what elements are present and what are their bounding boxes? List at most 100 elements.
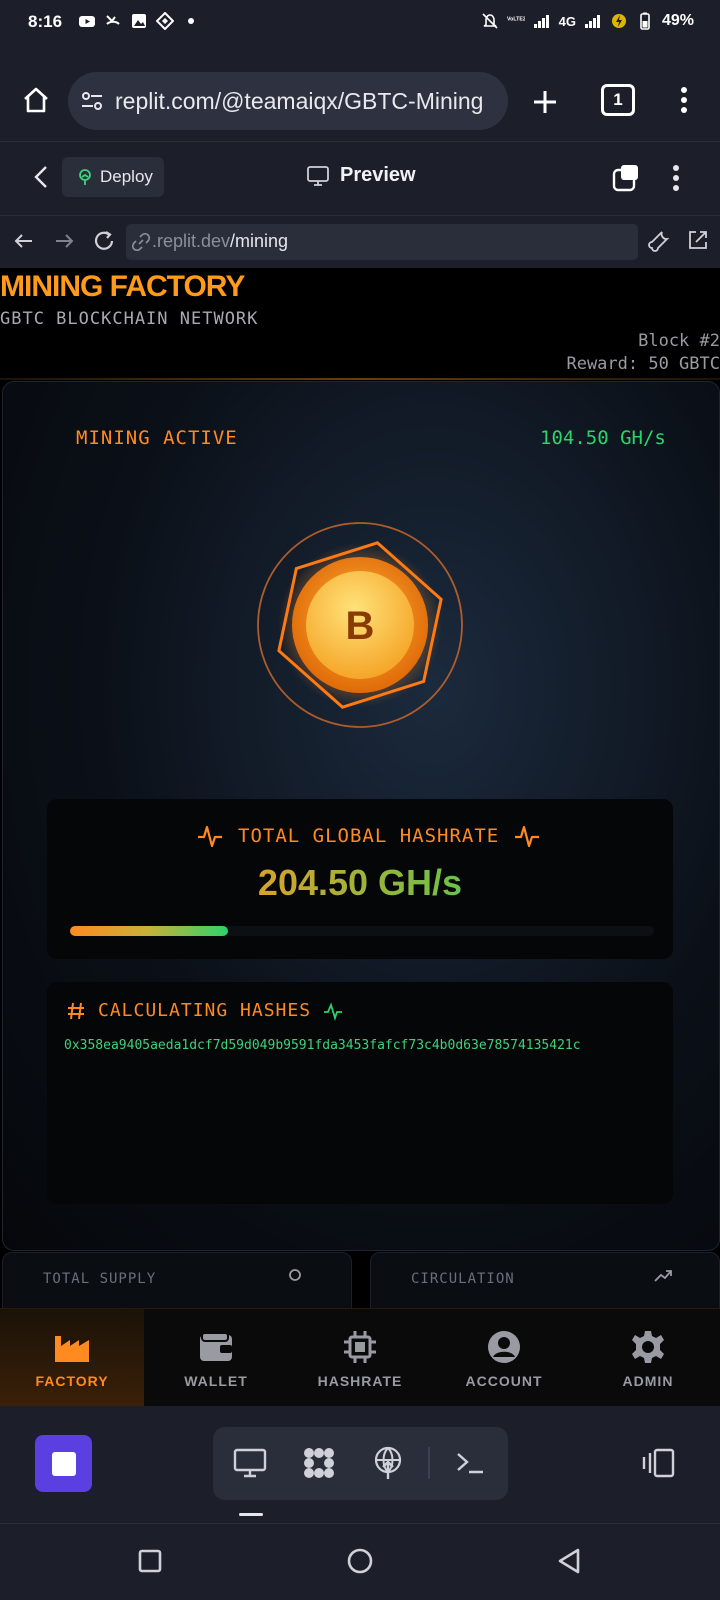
gear-icon bbox=[628, 1327, 668, 1367]
mining-coin-button[interactable]: B bbox=[256, 521, 464, 729]
open-external-icon[interactable] bbox=[686, 228, 710, 252]
deployments-tool-button[interactable] bbox=[368, 1443, 408, 1483]
preview-tool-button[interactable] bbox=[230, 1443, 270, 1483]
tab-count: 1 bbox=[613, 90, 623, 109]
network-type: 4G bbox=[558, 13, 576, 29]
nav-wallet[interactable]: WALLET bbox=[144, 1309, 288, 1406]
preview-url-text[interactable]: .replit.dev/mining bbox=[152, 231, 288, 252]
activity-icon bbox=[198, 825, 222, 848]
tool-divider bbox=[428, 1447, 430, 1479]
nav-factory-label: FACTORY bbox=[35, 1372, 109, 1389]
gallery-icon bbox=[132, 14, 146, 28]
site-settings-icon[interactable] bbox=[80, 89, 104, 113]
deploy-button[interactable]: Deploy bbox=[62, 157, 164, 197]
block-reward: Reward: 50 GBTC bbox=[566, 354, 720, 374]
block-number: Block #2 bbox=[638, 331, 720, 351]
cpu-icon bbox=[340, 1327, 380, 1367]
volte-icon: VoLTE2 bbox=[507, 16, 525, 22]
browser-menu-button[interactable] bbox=[664, 80, 704, 120]
svg-text:VoLTE2: VoLTE2 bbox=[507, 16, 525, 22]
nav-admin[interactable]: ADMIN bbox=[576, 1309, 720, 1406]
nav-account-label: ACCOUNT bbox=[465, 1372, 543, 1389]
factory-icon bbox=[52, 1327, 92, 1367]
stop-icon bbox=[51, 1451, 76, 1476]
global-hashrate-value: 204.50 GH/s bbox=[0, 862, 720, 904]
url-host: .replit.dev bbox=[152, 231, 231, 251]
window-stack-icon bbox=[612, 165, 638, 192]
battery-saver-icon bbox=[611, 14, 626, 28]
coin-symbol: B bbox=[346, 604, 375, 648]
preview-label: Preview bbox=[340, 164, 416, 186]
arrow-forward-icon[interactable] bbox=[52, 229, 76, 253]
nav-factory[interactable]: FACTORY bbox=[0, 1309, 144, 1406]
hashrate-progress-fill bbox=[70, 926, 228, 936]
page-subtitle: GBTC BLOCKCHAIN NETWORK bbox=[0, 309, 259, 329]
more-vert-icon bbox=[681, 87, 687, 113]
current-hash: 0x358ea9405aeda1dcf7d59d049b9591fda3453f… bbox=[64, 1038, 581, 1053]
active-tool-indicator bbox=[239, 1513, 263, 1516]
terminal-icon bbox=[457, 1453, 483, 1474]
search-icon bbox=[289, 1269, 301, 1281]
missed-call-icon bbox=[106, 15, 120, 25]
monitor-icon bbox=[307, 165, 329, 186]
reload-icon[interactable] bbox=[91, 228, 117, 254]
deploy-label: Deploy bbox=[100, 167, 153, 186]
nav-wallet-label: WALLET bbox=[184, 1372, 248, 1389]
wrench-icon[interactable] bbox=[648, 228, 672, 252]
recents-icon[interactable] bbox=[138, 1549, 162, 1573]
circulation-label: CIRCULATION bbox=[411, 1271, 515, 1287]
panel-layout-button[interactable] bbox=[638, 1443, 678, 1483]
page-title: MINING FACTORY bbox=[0, 270, 245, 303]
nav-account[interactable]: ACCOUNT bbox=[432, 1309, 576, 1406]
back-triangle-icon[interactable] bbox=[556, 1547, 582, 1575]
trending-up-icon bbox=[654, 1270, 672, 1282]
nav-hashrate-label: HASHRATE bbox=[317, 1372, 403, 1389]
mute-icon bbox=[482, 13, 498, 29]
stop-button[interactable] bbox=[35, 1435, 92, 1492]
split-view-button[interactable] bbox=[608, 160, 644, 196]
bitcoin-coin-icon: B bbox=[257, 522, 463, 728]
global-hashrate-number: 204.50 GH/s bbox=[257, 862, 463, 903]
total-supply-label: TOTAL SUPPLY bbox=[43, 1271, 157, 1287]
hash-icon bbox=[68, 1002, 84, 1019]
youtube-icon bbox=[79, 16, 95, 27]
home-button[interactable] bbox=[16, 80, 56, 120]
shell-tool-button[interactable] bbox=[450, 1443, 490, 1483]
sidebar-panel-icon bbox=[642, 1448, 675, 1478]
more-vert-icon bbox=[673, 165, 679, 191]
workspace-tool-button[interactable] bbox=[299, 1443, 339, 1483]
local-hashrate: 104.50 GH/s bbox=[540, 427, 666, 449]
url-text[interactable]: replit.com/@teamaiqx/GBTC-Mining bbox=[115, 88, 483, 115]
tab-switcher-button[interactable]: 1 bbox=[601, 84, 635, 116]
global-hashrate-title-row: TOTAL GLOBAL HASHRATE bbox=[196, 822, 541, 850]
back-button[interactable] bbox=[26, 158, 56, 196]
notification-icons bbox=[78, 12, 200, 30]
home-icon bbox=[24, 87, 48, 113]
mining-status: MINING ACTIVE bbox=[76, 427, 238, 449]
arrow-back-icon[interactable] bbox=[12, 229, 36, 253]
activity-icon bbox=[324, 1001, 343, 1021]
chevron-left-icon bbox=[34, 166, 47, 188]
signal-icon bbox=[533, 15, 549, 28]
puzzle-icon bbox=[304, 1448, 334, 1478]
app-notification-icon bbox=[156, 12, 174, 30]
nav-hashrate[interactable]: HASHRATE bbox=[288, 1309, 432, 1406]
new-tab-button[interactable] bbox=[525, 82, 565, 122]
header-divider bbox=[0, 378, 720, 380]
globe-upload-icon bbox=[374, 1446, 402, 1479]
app-bottom-nav: FACTORY WALLET HASHRATE ACCOUNT ADMIN bbox=[0, 1308, 720, 1406]
activity-icon bbox=[515, 825, 540, 848]
link-icon bbox=[132, 233, 150, 251]
deploy-icon bbox=[79, 169, 91, 185]
url-path: /mining bbox=[230, 231, 289, 251]
nav-admin-label: ADMIN bbox=[622, 1372, 674, 1389]
system-icons: VoLTE2 4G 49% bbox=[481, 12, 694, 30]
replit-menu-button[interactable] bbox=[658, 158, 694, 198]
home-circle-icon[interactable] bbox=[346, 1547, 374, 1575]
wallet-icon bbox=[196, 1327, 236, 1367]
calculating-hashes-title-row: CALCULATING HASHES bbox=[66, 1000, 343, 1021]
signal-2-icon bbox=[584, 15, 600, 28]
calculating-hashes-title: CALCULATING HASHES bbox=[98, 1000, 312, 1021]
account-icon bbox=[484, 1327, 524, 1367]
preview-tab[interactable]: Preview bbox=[306, 164, 416, 187]
